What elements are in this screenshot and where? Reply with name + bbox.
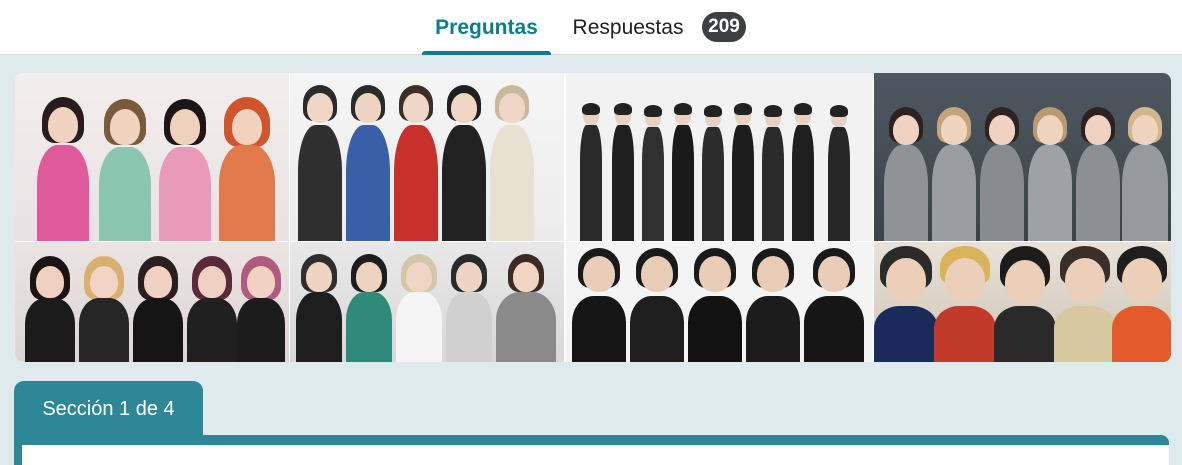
collage-photo-2 (290, 73, 564, 241)
section-label: Sección 1 de 4 (42, 397, 175, 420)
collage-photo-4 (290, 242, 564, 362)
active-tab-indicator (422, 51, 551, 55)
section-card (14, 435, 1169, 465)
tab-questions[interactable]: Preguntas (422, 0, 551, 55)
top-tab-bar: Preguntas Respuestas 209 (0, 0, 1182, 55)
collage-photo-1 (15, 73, 289, 241)
tab-responses[interactable]: Respuestas (566, 0, 690, 55)
collage-photo-6 (566, 242, 873, 362)
tab-responses-label: Respuestas (572, 15, 684, 39)
section-indicator-tab: Sección 1 de 4 (14, 381, 203, 437)
collage-photo-5 (566, 73, 873, 241)
collage-photo-3 (15, 242, 289, 362)
responses-count-badge: 209 (702, 12, 746, 42)
tab-questions-label: Preguntas (435, 15, 538, 39)
collage-photo-7 (874, 73, 1171, 241)
section-card-body (22, 445, 1169, 465)
collage-photo-8 (874, 242, 1171, 362)
header-image (15, 73, 1171, 362)
